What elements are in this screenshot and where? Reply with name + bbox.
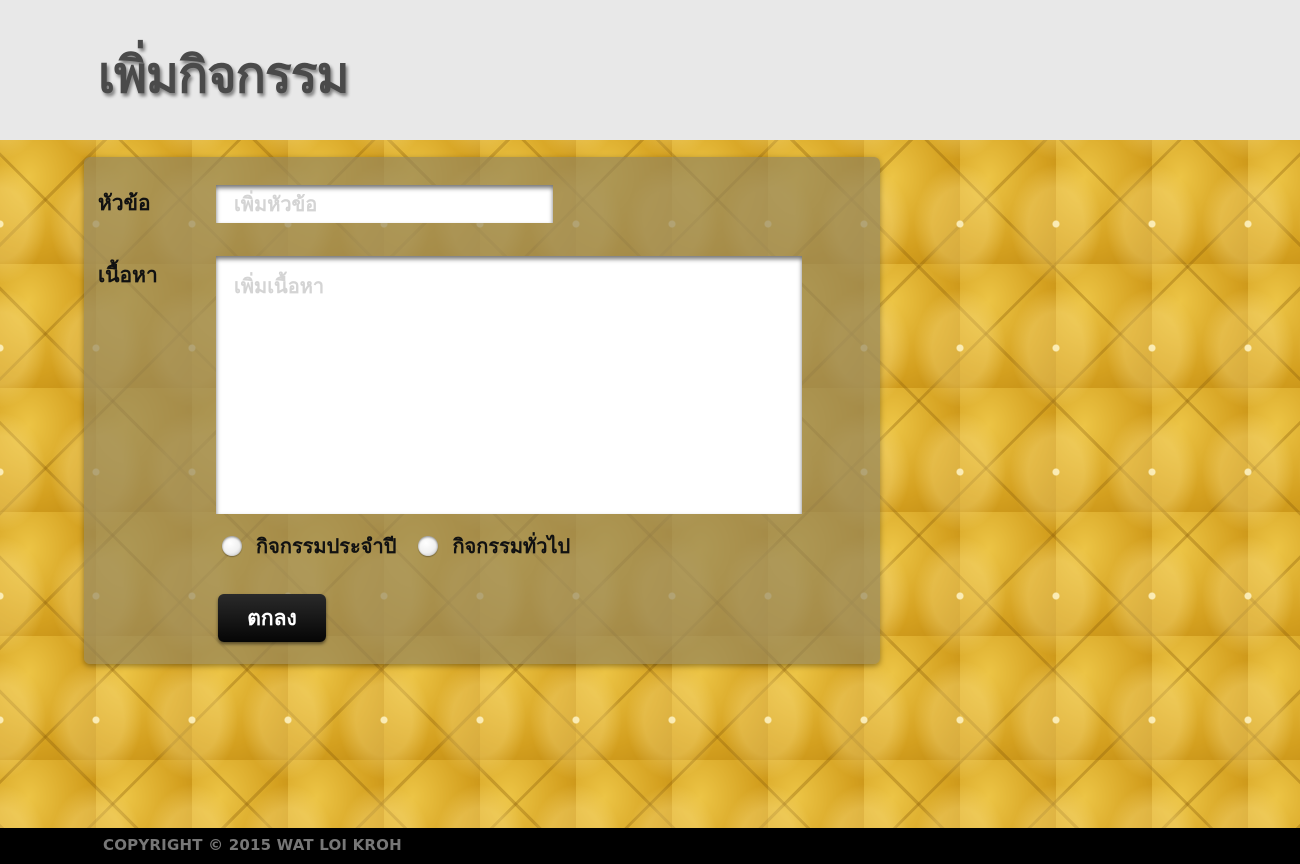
submit-button[interactable]: ตกลง — [218, 594, 326, 642]
footer: COPYRIGHT © 2015 WAT LOI KROH — [0, 828, 1300, 864]
copyright-text: COPYRIGHT © 2015 WAT LOI KROH — [103, 836, 402, 854]
content-label: เนื้อหา — [98, 263, 158, 287]
content-textarea[interactable] — [216, 256, 802, 514]
annual-activity-label[interactable]: กิจกรรมประจำปี — [256, 530, 396, 562]
page-title: เพิ่มกิจกรรม — [98, 46, 350, 104]
title-input[interactable] — [216, 185, 553, 223]
page-header: เพิ่มกิจกรรม — [0, 0, 1300, 140]
activity-type-radio-group: กิจกรรมประจำปี กิจกรรมทั่วไป — [222, 531, 592, 561]
annual-activity-radio[interactable] — [222, 536, 242, 556]
title-label: หัวข้อ — [98, 191, 151, 215]
general-activity-label[interactable]: กิจกรรมทั่วไป — [452, 530, 570, 562]
add-activity-form: หัวข้อ เนื้อหา กิจกรรมประจำปี กิจกรรมทั่… — [84, 157, 880, 664]
general-activity-radio[interactable] — [418, 536, 439, 556]
